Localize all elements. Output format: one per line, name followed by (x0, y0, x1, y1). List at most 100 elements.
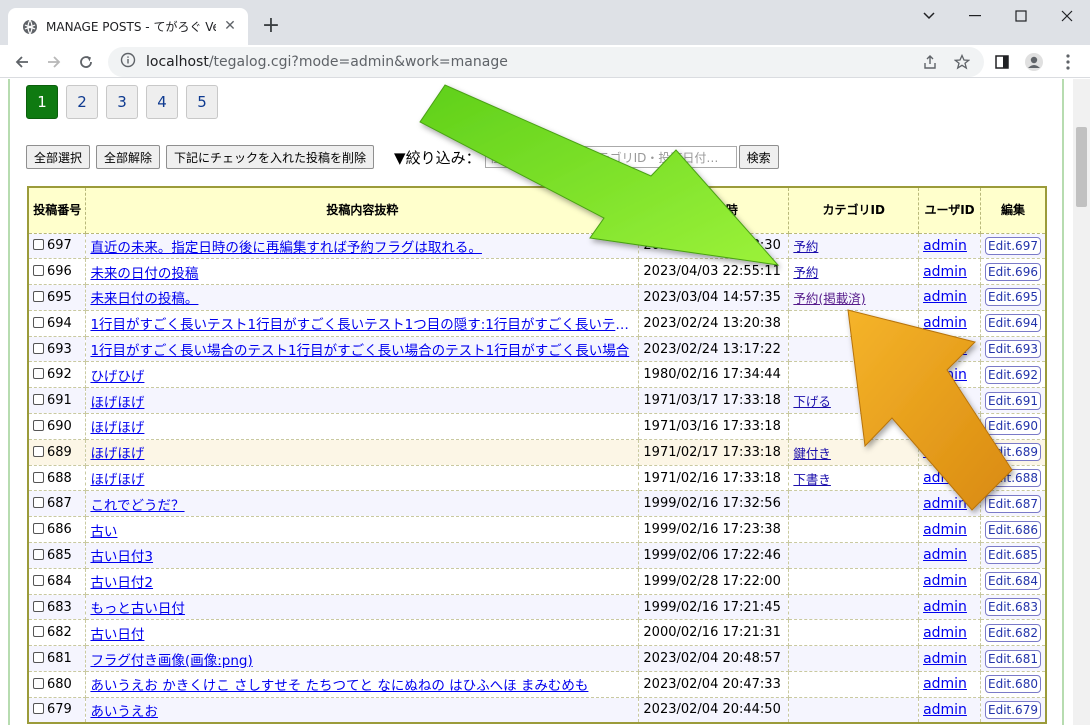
back-icon[interactable] (8, 48, 36, 76)
category-link[interactable]: 下書き (793, 472, 831, 487)
row-checkbox[interactable] (33, 703, 44, 715)
edit-button[interactable]: Edit.687 (985, 494, 1041, 513)
row-checkbox[interactable] (33, 239, 44, 251)
row-checkbox[interactable] (33, 600, 44, 612)
edit-button[interactable]: Edit.691 (985, 391, 1041, 410)
post-excerpt-link[interactable]: 未来の日付の投稿 (90, 262, 630, 282)
bookmark-star-icon[interactable] (948, 48, 976, 76)
close-window-icon[interactable] (1044, 0, 1090, 32)
edit-button[interactable]: Edit.688 (985, 469, 1041, 488)
row-checkbox[interactable] (33, 497, 44, 509)
row-checkbox[interactable] (33, 290, 44, 302)
side-panel-icon[interactable] (988, 48, 1016, 76)
tab-close-icon[interactable]: ✕ (222, 18, 238, 34)
edit-button[interactable]: Edit.695 (985, 288, 1041, 307)
maximize-icon[interactable] (998, 0, 1044, 32)
post-excerpt-link[interactable]: ひげひげ (90, 365, 630, 385)
page-button-1[interactable]: 1 (26, 85, 58, 119)
tab-search-icon[interactable] (906, 0, 952, 32)
user-link[interactable]: admin (923, 264, 967, 280)
post-excerpt-link[interactable]: ほげほげ (90, 391, 630, 411)
page-button-4[interactable]: 4 (146, 85, 178, 119)
profile-avatar-icon[interactable] (1020, 48, 1048, 76)
scrollbar-thumb[interactable] (1076, 127, 1087, 207)
address-bar[interactable]: localhost/tegalog.cgi?mode=admin&work=ma… (108, 47, 984, 77)
row-checkbox[interactable] (33, 342, 44, 354)
user-link[interactable]: admin (923, 702, 967, 718)
post-excerpt-link[interactable]: あいうえお (90, 700, 630, 720)
edit-button[interactable]: Edit.683 (985, 598, 1041, 617)
user-link[interactable]: admin (923, 418, 967, 434)
edit-button[interactable]: Edit.686 (985, 520, 1041, 539)
user-link[interactable]: admin (923, 238, 967, 254)
user-link[interactable]: admin (923, 393, 967, 409)
edit-button[interactable]: Edit.690 (985, 417, 1041, 436)
edit-button[interactable]: Edit.681 (985, 649, 1041, 668)
post-excerpt-link[interactable]: 古い日付2 (90, 571, 630, 591)
reload-icon[interactable] (72, 48, 100, 76)
row-checkbox[interactable] (33, 445, 44, 457)
category-link[interactable]: 下げる (793, 394, 831, 409)
post-excerpt-link[interactable]: 直近の未来。指定日時の後に再編集すれば予約フラグは取れる。 (90, 236, 630, 256)
edit-button[interactable]: Edit.697 (985, 236, 1041, 255)
row-checkbox[interactable] (33, 394, 44, 406)
user-link[interactable]: admin (923, 599, 967, 615)
user-link[interactable]: admin (923, 676, 967, 692)
user-link[interactable]: admin (923, 625, 967, 641)
post-excerpt-link[interactable]: ほげほげ (90, 416, 630, 436)
edit-button[interactable]: Edit.685 (985, 546, 1041, 565)
edit-button[interactable]: Edit.696 (985, 262, 1041, 281)
post-excerpt-link[interactable]: フラグ付き画像(画像:png) (90, 649, 630, 669)
category-link[interactable]: 予約(掲載済) (793, 291, 865, 306)
new-tab-button[interactable]: + (258, 12, 284, 38)
category-link[interactable]: 鍵付き (793, 446, 831, 461)
site-info-icon[interactable] (120, 52, 136, 72)
user-link[interactable]: admin (923, 496, 967, 512)
category-link[interactable]: 予約 (793, 265, 818, 280)
post-excerpt-link[interactable]: 未来日付の投稿。 (90, 287, 630, 307)
row-checkbox[interactable] (33, 652, 44, 664)
row-checkbox[interactable] (33, 471, 44, 483)
row-checkbox[interactable] (33, 419, 44, 431)
post-excerpt-link[interactable]: 古い日付 (90, 623, 630, 643)
vertical-scrollbar[interactable] (1073, 79, 1090, 725)
user-link[interactable]: admin (923, 573, 967, 589)
row-checkbox[interactable] (33, 265, 44, 277)
user-link[interactable]: admin (923, 547, 967, 563)
user-link[interactable]: admin (923, 315, 967, 331)
delete-checked-button[interactable]: 下記にチェックを入れた投稿を削除 (166, 145, 375, 169)
page-button-3[interactable]: 3 (106, 85, 138, 119)
search-button[interactable]: 検索 (738, 145, 779, 169)
select-all-button[interactable]: 全部選択 (26, 145, 91, 169)
edit-button[interactable]: Edit.680 (985, 675, 1041, 694)
edit-button[interactable]: Edit.694 (985, 314, 1041, 333)
user-link[interactable]: admin (923, 470, 967, 486)
post-excerpt-link[interactable]: 1行目がすごく長い場合のテスト1行目がすごく長い場合のテスト1行目がすごく長い場… (90, 339, 630, 359)
share-icon[interactable] (916, 48, 944, 76)
minimize-icon[interactable] (952, 0, 998, 32)
post-excerpt-link[interactable]: ほげほげ (90, 442, 630, 462)
post-excerpt-link[interactable]: ほげほげ (90, 468, 630, 488)
post-excerpt-link[interactable]: 古い (90, 520, 630, 540)
category-link[interactable]: 予約 (793, 239, 818, 254)
user-link[interactable]: admin (923, 444, 967, 460)
filter-input[interactable]: 任意の語・タグ・カテゴリID・投稿日付… (484, 146, 737, 168)
user-link[interactable]: admin (923, 522, 967, 538)
row-checkbox[interactable] (33, 677, 44, 689)
page-button-5[interactable]: 5 (186, 85, 218, 119)
edit-button[interactable]: Edit.679 (985, 700, 1041, 719)
edit-button[interactable]: Edit.692 (985, 365, 1041, 384)
user-link[interactable]: admin (923, 341, 967, 357)
edit-button[interactable]: Edit.689 (985, 443, 1041, 462)
row-checkbox[interactable] (33, 574, 44, 586)
edit-button[interactable]: Edit.684 (985, 572, 1041, 591)
deselect-all-button[interactable]: 全部解除 (96, 145, 161, 169)
post-excerpt-link[interactable]: あいうえお かきくけこ さしすせそ たちつてと なにぬねの はひふへほ まみむめ… (90, 674, 630, 694)
user-link[interactable]: admin (923, 367, 967, 383)
row-checkbox[interactable] (33, 626, 44, 638)
user-link[interactable]: admin (923, 289, 967, 305)
browser-tab[interactable]: MANAGE POSTS - てがろぐ Ver 3.9 ✕ (8, 8, 248, 45)
post-excerpt-link[interactable]: 古い日付3 (90, 545, 630, 565)
post-excerpt-link[interactable]: もっと古い日付 (90, 597, 630, 617)
row-checkbox[interactable] (33, 368, 44, 380)
